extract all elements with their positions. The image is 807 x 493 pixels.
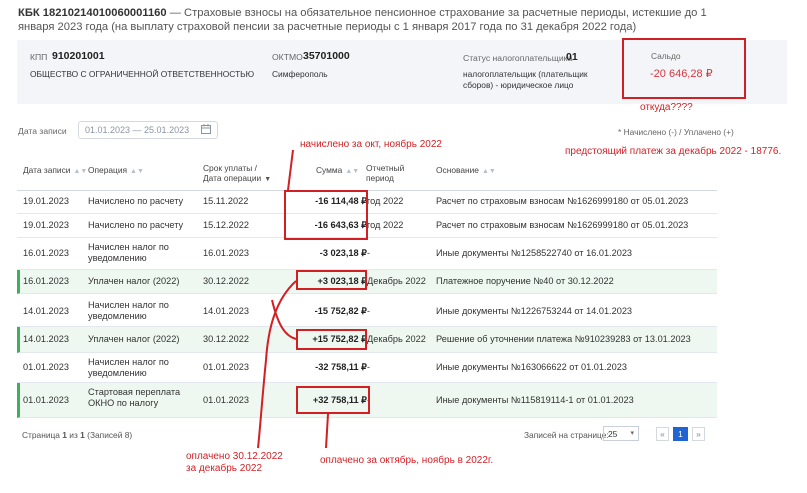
annotation-paid-oct-nov: оплачено за октябрь, ноябрь в 2022г. bbox=[320, 455, 494, 466]
annotation-otkuda: откуда???? bbox=[640, 102, 693, 113]
annotation-strokes bbox=[257, 149, 329, 449]
annotation-accrued: начислено за окт, ноябрь 2022 bbox=[300, 139, 442, 150]
annotation-paid-december: оплачено 30.12.2022 за декабрь 2022 bbox=[186, 451, 283, 474]
annotation-upcoming: предстоящий платеж за декабрь 2022 - 187… bbox=[565, 146, 782, 157]
